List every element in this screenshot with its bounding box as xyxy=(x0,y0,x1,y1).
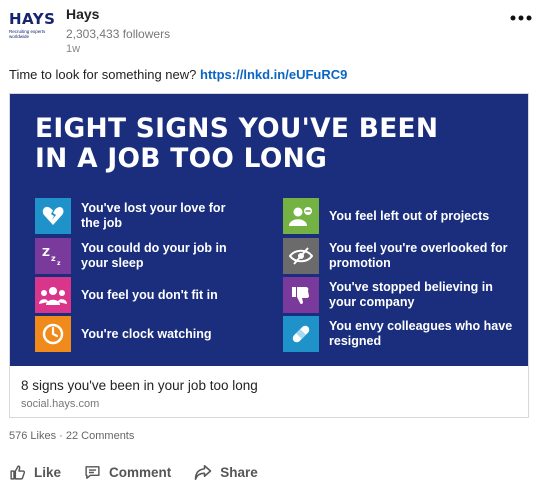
like-button[interactable]: Like xyxy=(9,464,61,481)
post-link[interactable]: https://lnkd.in/eUFuRC9 xyxy=(200,67,347,82)
comment-label: Comment xyxy=(109,464,172,480)
image-title-line2: IN A JOB TOO LONG xyxy=(35,143,328,174)
post-age: 1w xyxy=(66,43,81,55)
more-horizontal-icon xyxy=(510,15,532,21)
sign-text: You could do your job in your sleep xyxy=(81,241,227,270)
social-counts: 576 Likes · 22 Comments xyxy=(9,430,134,442)
image-title-line1: EIGHT SIGNS YOU'VE BEEN xyxy=(35,113,439,144)
sign-text: You feel left out of projects xyxy=(329,208,490,223)
sign-text: You've stopped believing in your company xyxy=(329,280,493,309)
post-text: Time to look for something new? xyxy=(9,67,197,82)
sign-item: You're clock watching xyxy=(35,316,246,352)
sign-item: You feel you don't fit in xyxy=(35,277,246,313)
article-title[interactable]: 8 signs you've been in your job too long xyxy=(21,378,258,393)
sign-text: You've lost your love for the job xyxy=(81,201,226,230)
svg-text:Z: Z xyxy=(42,246,50,259)
sign-item: You've stopped believing in your company xyxy=(283,277,519,313)
remove-user-icon xyxy=(283,198,319,234)
company-name[interactable]: Hays xyxy=(66,6,99,22)
follower-count: 2,303,433 followers xyxy=(66,27,171,41)
sign-item: You envy colleagues who have resigned xyxy=(283,316,519,352)
bandage-icon xyxy=(283,316,319,352)
action-bar: Like Comment Share xyxy=(9,462,281,482)
more-options-button[interactable] xyxy=(510,6,532,27)
sign-text: You feel you don't fit in xyxy=(81,287,218,302)
thumbs-up-icon xyxy=(10,464,26,480)
article-meta[interactable]: 8 signs you've been in your job too long… xyxy=(10,366,528,417)
post-body: Time to look for something new? https://… xyxy=(9,67,347,82)
comment-button[interactable]: Comment xyxy=(84,464,171,481)
post-header: HAYS Recruiting experts worldwide Hays 2… xyxy=(0,0,536,60)
comment-icon xyxy=(85,465,100,479)
share-arrow-icon xyxy=(195,464,212,480)
article-domain: social.hays.com xyxy=(21,398,100,410)
shared-article-card[interactable]: EIGHT SIGNS YOU'VE BEEN IN A JOB TOO LON… xyxy=(9,93,529,418)
likes-count[interactable]: 576 Likes xyxy=(9,430,56,442)
hidden-eye-icon xyxy=(283,238,319,274)
group-people-icon xyxy=(35,277,71,313)
count-separator: · xyxy=(59,430,63,442)
sign-text: You envy colleagues who have resigned xyxy=(329,319,513,348)
sign-item: You've lost your love for the job xyxy=(35,198,246,234)
article-image[interactable]: EIGHT SIGNS YOU'VE BEEN IN A JOB TOO LON… xyxy=(10,94,528,366)
company-logo[interactable]: HAYS Recruiting experts worldwide xyxy=(9,10,56,48)
thumbs-down-icon xyxy=(283,277,319,313)
logo-wordmark: HAYS xyxy=(9,10,56,28)
image-title: EIGHT SIGNS YOU'VE BEEN IN A JOB TOO LON… xyxy=(35,114,438,174)
share-label: Share xyxy=(220,464,258,480)
broken-heart-icon xyxy=(35,198,71,234)
clock-icon xyxy=(35,316,71,352)
share-button[interactable]: Share xyxy=(194,464,258,481)
svg-text:z: z xyxy=(51,254,56,263)
sign-text: You're clock watching xyxy=(81,326,212,341)
like-label: Like xyxy=(34,464,62,480)
sign-item: You feel left out of projects xyxy=(283,198,519,234)
sign-item: Zzz You could do your job in your sleep xyxy=(35,238,246,274)
sleep-zzz-icon: Zzz xyxy=(35,238,71,274)
comments-count[interactable]: 22 Comments xyxy=(66,430,134,442)
svg-text:z: z xyxy=(57,260,61,267)
logo-tagline: Recruiting experts worldwide xyxy=(9,29,46,39)
sign-item: You feel you're overlooked for promotion xyxy=(283,238,519,274)
sign-text: You feel you're overlooked for promotion xyxy=(329,241,508,270)
